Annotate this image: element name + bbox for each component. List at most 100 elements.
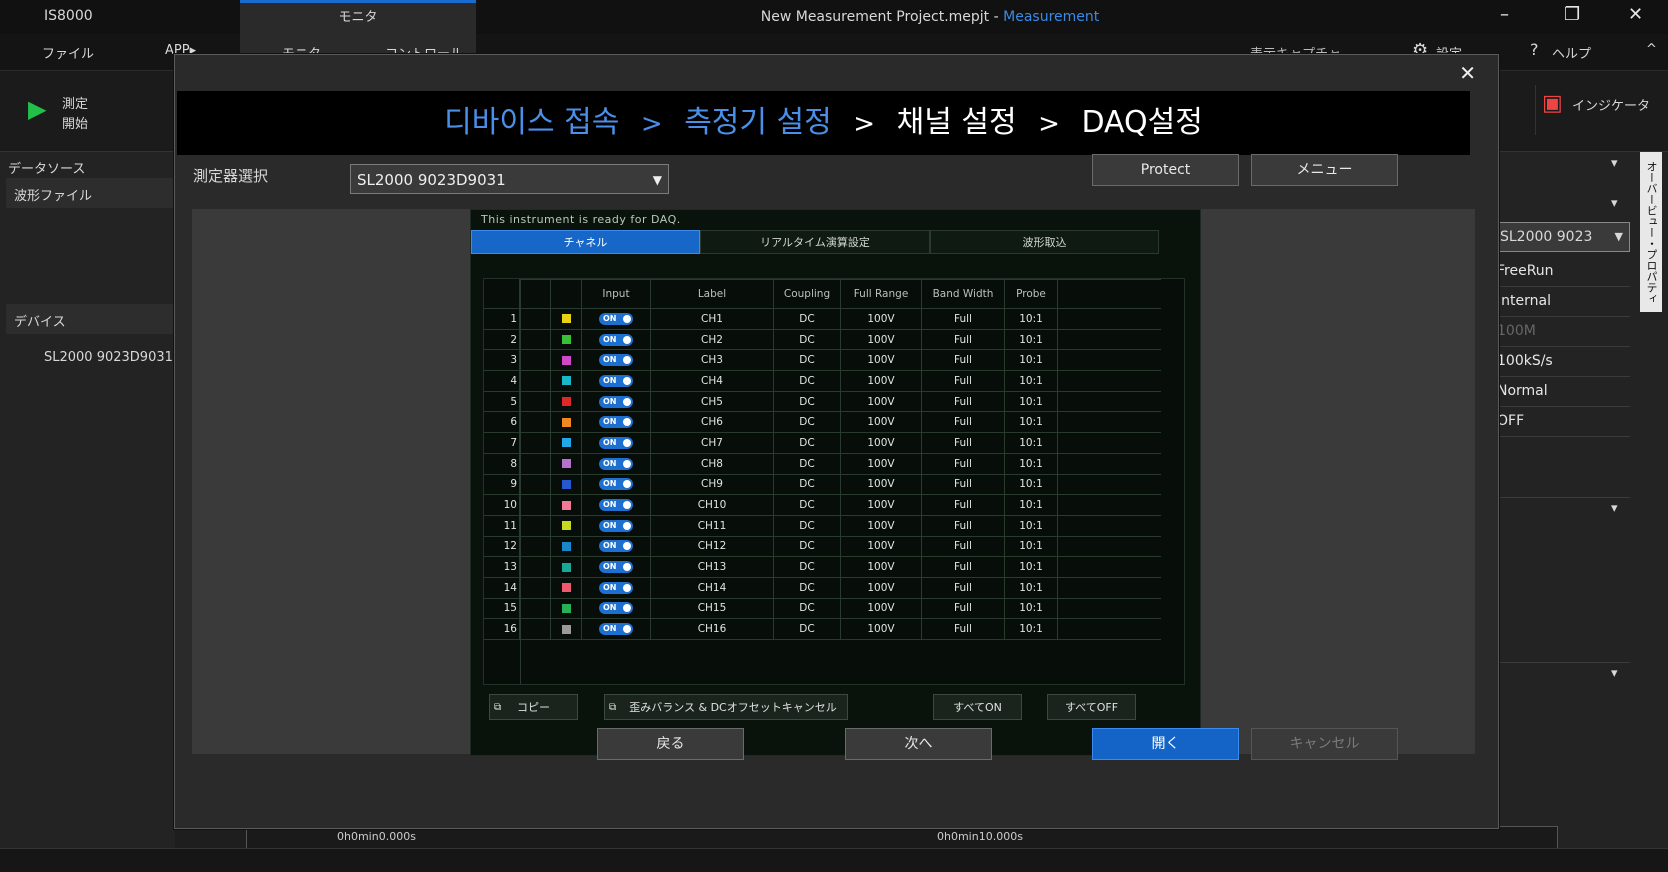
right-instrument-select[interactable]: SL2000 9023 ▼ [1495,222,1630,252]
channel-color[interactable] [550,308,582,330]
channel-coupling[interactable]: DC [773,473,841,496]
channel-probe[interactable]: 10:1 [1004,411,1058,434]
channel-probe[interactable]: 10:1 [1004,597,1058,620]
open-button[interactable]: 開く [1092,728,1239,760]
channel-full-range[interactable]: 100V [840,452,922,475]
channel-color[interactable] [550,452,582,475]
right-row-state[interactable]: OFF [1495,406,1630,437]
channel-label[interactable]: CH12 [650,535,774,558]
channel-full-range[interactable]: 100V [840,556,922,578]
channel-full-range[interactable]: 100V [840,514,922,537]
menu-file[interactable]: ファイル [42,43,94,62]
table-row[interactable]: 10 ON CH10 DC 100V Full 10:1 [484,494,1161,516]
channel-full-range[interactable]: 100V [840,411,922,434]
chevron-up-icon[interactable]: ^ [1646,42,1657,57]
tab-channel[interactable]: チャネル [471,230,700,254]
tab-realtime-math[interactable]: リアルタイム演算設定 [700,230,930,254]
input-toggle[interactable]: ON [599,395,633,408]
channel-input[interactable]: ON [581,328,651,351]
channel-input[interactable]: ON [581,308,651,330]
table-row[interactable]: 15 ON CH15 DC 100V Full 10:1 [484,597,1161,620]
input-toggle[interactable]: ON [599,374,633,387]
channel-coupling[interactable]: DC [773,308,841,330]
channel-probe[interactable]: 10:1 [1004,556,1058,578]
channel-coupling[interactable]: DC [773,535,841,558]
channel-label[interactable]: CH10 [650,494,774,516]
channel-color[interactable] [550,473,582,496]
all-off-button[interactable]: すべてOFF [1047,694,1136,720]
channel-label[interactable]: CH8 [650,452,774,475]
chevron-down-icon[interactable]: ▾ [1611,666,1618,681]
minimize-icon[interactable]: – [1500,4,1509,25]
channel-color[interactable] [550,494,582,516]
channel-label[interactable]: CH4 [650,370,774,392]
channel-full-range[interactable]: 100V [840,328,922,351]
channel-coupling[interactable]: DC [773,618,841,640]
channel-band-width[interactable]: Full [921,349,1005,372]
channel-full-range[interactable]: 100V [840,473,922,496]
channel-label[interactable]: CH7 [650,432,774,454]
input-toggle[interactable]: ON [599,623,633,636]
back-button[interactable]: 戻る [597,728,744,760]
input-toggle[interactable]: ON [599,581,633,594]
channel-label[interactable]: CH1 [650,308,774,330]
channel-full-range[interactable]: 100V [840,432,922,454]
table-row[interactable]: 11 ON CH11 DC 100V Full 10:1 [484,514,1161,537]
close-icon[interactable]: ✕ [1459,61,1476,85]
channel-coupling[interactable]: DC [773,349,841,372]
chevron-down-icon[interactable]: ▾ [1611,501,1618,516]
copy-button[interactable]: ⧉ コピー [489,694,578,720]
tab-waveform-capture[interactable]: 波形取込 [930,230,1159,254]
input-toggle[interactable]: ON [599,354,633,367]
channel-color[interactable] [550,618,582,640]
menu-button[interactable]: メニュー [1251,154,1398,186]
channel-color[interactable] [550,432,582,454]
channel-band-width[interactable]: Full [921,556,1005,578]
channel-color[interactable] [550,370,582,392]
channel-probe[interactable]: 10:1 [1004,328,1058,351]
channel-full-range[interactable]: 100V [840,535,922,558]
channel-band-width[interactable]: Full [921,576,1005,599]
channel-probe[interactable]: 10:1 [1004,535,1058,558]
channel-label[interactable]: CH15 [650,597,774,620]
channel-label[interactable]: CH13 [650,556,774,578]
input-toggle[interactable]: ON [599,436,633,449]
channel-input[interactable]: ON [581,514,651,537]
channel-input[interactable]: ON [581,576,651,599]
channel-label[interactable]: CH16 [650,618,774,640]
channel-coupling[interactable]: DC [773,576,841,599]
channel-probe[interactable]: 10:1 [1004,473,1058,496]
channel-input[interactable]: ON [581,390,651,413]
table-row[interactable]: 14 ON CH14 DC 100V Full 10:1 [484,576,1161,599]
indicator-button[interactable]: ▣ インジケータ [1535,85,1656,135]
input-toggle[interactable]: ON [599,499,633,512]
channel-input[interactable]: ON [581,452,651,475]
wave-file-item[interactable]: 波形ファイル [6,178,176,208]
input-toggle[interactable]: ON [599,602,633,615]
device-item[interactable]: SL2000 9023D9031 [44,350,173,365]
input-toggle[interactable]: ON [599,457,633,470]
menu-help[interactable]: ヘルプ [1552,43,1591,62]
right-row-mode[interactable]: Normal [1495,376,1630,407]
restore-icon[interactable]: ❐ [1564,4,1580,25]
table-row[interactable]: 1 ON CH1 DC 100V Full 10:1 [484,308,1161,330]
input-toggle[interactable]: ON [599,333,633,346]
side-strip[interactable]: オーバービュー・プロパティ [1640,152,1662,312]
channel-color[interactable] [550,514,582,537]
input-toggle[interactable]: ON [599,478,633,491]
channel-probe[interactable]: 10:1 [1004,494,1058,516]
channel-band-width[interactable]: Full [921,535,1005,558]
channel-coupling[interactable]: DC [773,370,841,392]
channel-input[interactable]: ON [581,432,651,454]
right-row-clock[interactable]: Internal [1495,286,1630,317]
channel-coupling[interactable]: DC [773,432,841,454]
channel-input[interactable]: ON [581,473,651,496]
input-toggle[interactable]: ON [599,416,633,429]
channel-probe[interactable]: 10:1 [1004,618,1058,640]
channel-label[interactable]: CH9 [650,473,774,496]
channel-probe[interactable]: 10:1 [1004,514,1058,537]
channel-full-range[interactable]: 100V [840,576,922,599]
channel-coupling[interactable]: DC [773,411,841,434]
channel-label[interactable]: CH5 [650,390,774,413]
channel-color[interactable] [550,556,582,578]
